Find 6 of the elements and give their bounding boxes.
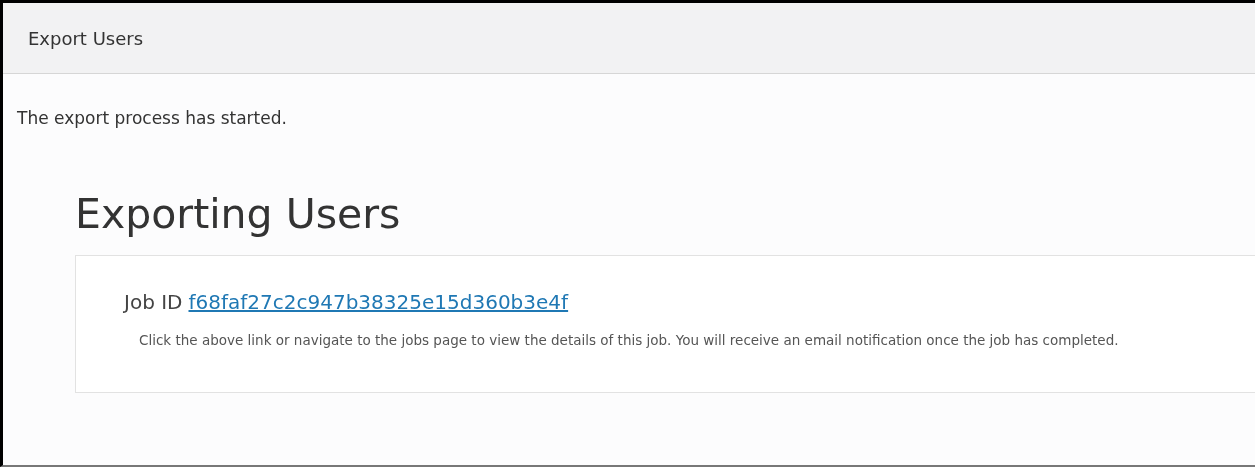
page-heading: Exporting Users bbox=[75, 190, 402, 240]
job-description: Click the above link or navigate to the jobs page to view the details of this job. You will receive an email notification once the job has completed. bbox=[139, 331, 1120, 351]
job-id-label: Job ID bbox=[124, 290, 183, 315]
job-id-link[interactable]: f68faf27c2c947b38325e15d360b3e4f bbox=[188, 290, 569, 315]
status-message: The export process has started. bbox=[17, 108, 288, 128]
dialog-title: Export Users bbox=[28, 27, 144, 49]
